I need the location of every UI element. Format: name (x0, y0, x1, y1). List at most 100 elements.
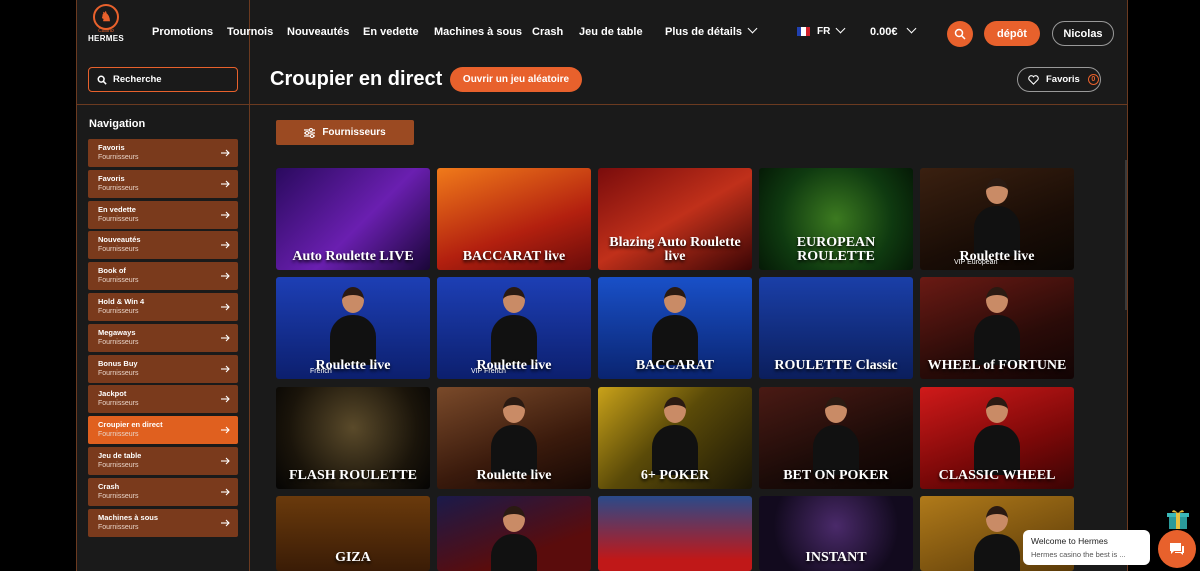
game-tile[interactable]: BACCARAT live (437, 168, 591, 270)
sidebar-item-sub: Fournisseurs (98, 492, 139, 500)
scrollbar[interactable] (1125, 160, 1127, 310)
game-tile[interactable]: INSTANT (759, 496, 913, 571)
language-code: FR (817, 26, 831, 37)
arrow-right-icon (221, 272, 230, 280)
random-game-button[interactable]: Ouvrir un jeu aléatoire (450, 67, 582, 92)
arrow-right-icon (221, 519, 230, 526)
sidebar-item-label: Machines à sous (98, 512, 159, 522)
game-title: Roulette live (476, 468, 552, 483)
sidebar-item-sub: Fournisseurs (98, 338, 139, 346)
game-tile[interactable]: Roulette live French (276, 277, 430, 379)
sidebar-item-label: Megaways (98, 327, 136, 337)
arrow-right-icon (221, 242, 230, 249)
sidebar-item-sub: Fournisseurs (98, 461, 139, 469)
game-title: CLASSIC WHEEL (938, 468, 1056, 483)
sliders-icon (304, 127, 316, 138)
game-tile[interactable] (437, 496, 591, 571)
sidebar-item[interactable]: Croupier en direct Fournisseurs (88, 416, 238, 445)
nav-en-vedette[interactable]: En vedette (363, 26, 419, 38)
divider-sidebar (249, 0, 250, 571)
chat-preview[interactable]: Welcome to Hermes Hermes casino the best… (1023, 530, 1150, 565)
game-tile[interactable]: BACCARAT (598, 277, 752, 379)
chat-icon (1170, 543, 1184, 555)
game-tile[interactable]: ROULETTE Classic (759, 277, 913, 379)
nav-jeu-de-table[interactable]: Jeu de table (579, 26, 643, 38)
sidebar-item[interactable]: Nouveautés Fournisseurs (88, 231, 238, 260)
search-field[interactable] (88, 67, 238, 92)
providers-button[interactable]: Fournisseurs (276, 120, 414, 145)
language-selector[interactable]: FR (797, 23, 846, 37)
game-subtitle: VIP European (954, 259, 998, 266)
arrow-right-icon (221, 180, 230, 188)
sidebar-item[interactable]: Megaways Fournisseurs (88, 323, 238, 352)
logo[interactable]: ♞ Casino HERMES (86, 4, 126, 44)
sidebar-item[interactable]: Jeu de table Fournisseurs (88, 446, 238, 475)
dealer-image (491, 506, 537, 571)
sidebar-item[interactable]: Book of Fournisseurs (88, 262, 238, 291)
sidebar-nav: Favoris Fournisseurs Favoris Fournisseurs En… (88, 139, 238, 539)
sidebar-item-sub: Fournisseurs (98, 400, 139, 408)
dealer-image (974, 506, 1020, 571)
game-tile[interactable] (598, 496, 752, 571)
game-tile[interactable]: WHEEL of FORTUNE (920, 277, 1074, 379)
nav-promotions[interactable]: Promotions (152, 26, 213, 38)
dealer-image (330, 287, 376, 367)
divider-left (76, 0, 77, 571)
sidebar-item[interactable]: Hold & Win 4 Fournisseurs (88, 292, 238, 321)
sidebar-item[interactable]: Jackpot Fournisseurs (88, 385, 238, 414)
deposit-button[interactable]: dépôt (984, 21, 1040, 46)
game-tile[interactable]: Roulette live VIP European (920, 168, 1074, 270)
game-tile[interactable]: Roulette live (437, 387, 591, 489)
search-input[interactable] (113, 74, 223, 85)
sidebar-item-sub: Fournisseurs (98, 369, 139, 377)
gift-icon[interactable] (1163, 508, 1193, 530)
dealer-image (974, 397, 1020, 477)
sidebar-item-sub: Fournisseurs (98, 246, 139, 254)
dealer-image (974, 178, 1020, 258)
navigation-title: Navigation (89, 118, 146, 130)
sidebar-item-sub: Fournisseurs (98, 154, 139, 161)
sidebar-item-label: Bonus Buy (98, 358, 138, 368)
sidebar-item-label: En vedette (98, 204, 136, 214)
balance-selector[interactable]: 0.00€ (870, 23, 917, 38)
game-tile[interactable]: Auto Roulette LIVE (276, 168, 430, 270)
chat-title: Welcome to Hermes (1031, 536, 1108, 546)
search-button[interactable] (947, 21, 973, 47)
nav-plus-de-details[interactable]: Plus de détails (665, 23, 758, 38)
game-tile[interactable]: EUROPEAN ROULETTE (759, 168, 913, 270)
game-tile[interactable]: BET ON POKER (759, 387, 913, 489)
sidebar-item-label: Jackpot (98, 389, 127, 399)
game-title: Blazing Auto Roulette live (609, 235, 741, 264)
sidebar-item[interactable]: Crash Fournisseurs (88, 477, 238, 506)
arrow-right-icon (221, 365, 230, 372)
game-tile[interactable]: Roulette live VIP French (437, 277, 591, 379)
favorites-button[interactable]: Favoris 0 (1017, 67, 1101, 92)
user-button[interactable]: Nicolas (1052, 21, 1114, 46)
arrow-right-icon (221, 395, 230, 403)
sidebar-item[interactable]: Bonus Buy Fournisseurs (88, 354, 238, 383)
sidebar-item[interactable]: Favoris Fournisseurs (88, 169, 238, 198)
game-tile[interactable]: Blazing Auto Roulette live (598, 168, 752, 270)
sidebar-item[interactable]: Machines à sous Fournisseurs (88, 508, 238, 537)
flag-fr-icon (797, 27, 810, 36)
sidebar-item-label: Book of (98, 266, 126, 276)
divider-right (1127, 0, 1128, 571)
sidebar-item[interactable]: En vedette Fournisseurs (88, 200, 238, 229)
game-tile[interactable]: CLASSIC WHEEL (920, 387, 1074, 489)
game-title: ROULETTE Classic (774, 358, 898, 373)
logo-text: HERMES (87, 34, 125, 43)
game-tile[interactable]: GIZA (276, 496, 430, 571)
search-icon (954, 28, 966, 40)
chevron-down-icon (747, 23, 758, 34)
game-tile[interactable]: 6+ POKER (598, 387, 752, 489)
game-tile[interactable]: FLASH ROULETTE (276, 387, 430, 489)
chat-button[interactable] (1158, 530, 1196, 568)
logo-icon: ♞ (93, 4, 119, 30)
favorites-label: Favoris (1046, 74, 1080, 85)
sidebar-item-sub: Fournisseurs (98, 431, 139, 439)
nav-crash[interactable]: Crash (532, 26, 563, 38)
nav-nouveautes[interactable]: Nouveautés (287, 26, 349, 38)
nav-tournois[interactable]: Tournois (227, 26, 273, 38)
nav-machines-a-sous[interactable]: Machines à sous (434, 26, 522, 38)
sidebar-item[interactable]: Favoris Fournisseurs (88, 139, 238, 167)
